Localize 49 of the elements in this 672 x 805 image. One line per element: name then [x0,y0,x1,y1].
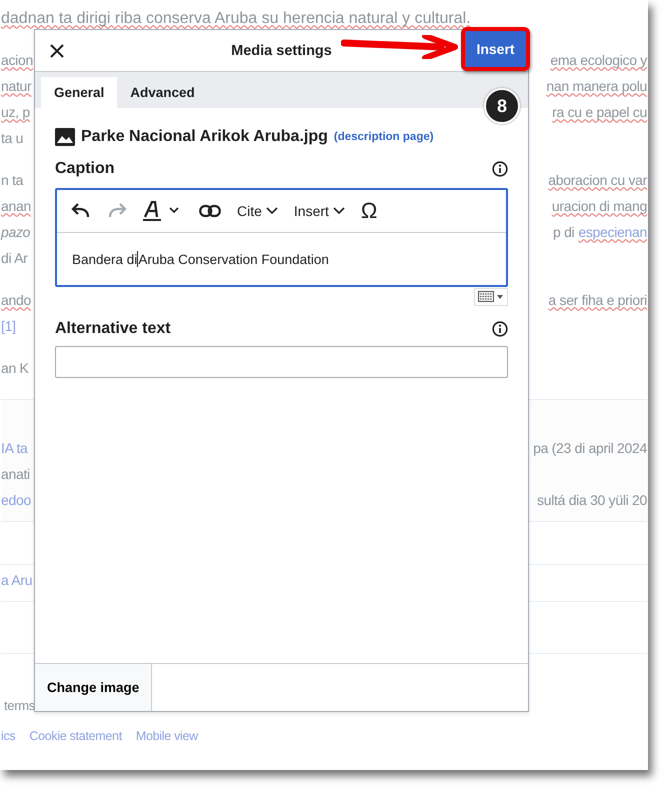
paragraph-text: ta u [1,130,24,148]
step-badge: 8 [484,88,520,124]
toolbar-menu-button[interactable]: Cite [231,195,284,227]
redo-icon [107,203,127,219]
caption-text: Bandera diAruba Conservation Foundation [71,250,330,269]
file-name: Parke Nacional Arikok Aruba.jpg [81,128,328,146]
special-character-button[interactable]: Ω [354,195,384,227]
reference-text: pa (23 di april 2024 [533,440,647,458]
toolbar-menu-button[interactable]: Insert [288,195,351,227]
caption-editor[interactable]: Cite Insert Ω Bandera diAruba Conservation Foundation [55,188,508,287]
paragraph-text: acion [1,52,33,70]
paragraph-text: p di [553,224,574,242]
paragraph-text: uz, p [1,104,30,122]
paragraph-text: aboracion cu var [548,172,647,190]
alt-text-label: Alternative text [55,320,171,338]
paragraph-text: di Ar [1,250,28,268]
image-icon [55,128,75,146]
paragraph-text: natur [1,78,32,96]
change-image-button[interactable]: Change image [35,664,152,711]
close-icon [49,42,65,58]
description-page-link[interactable]: (description page) [334,131,434,143]
reference-text: anati [1,466,30,484]
link-icon [199,204,221,218]
reference-text: sultá dia 30 yüli 20 [537,492,647,510]
undo-icon [71,203,91,219]
paragraph-text: nan manera polu [546,78,647,96]
license-text: terms [3,698,36,713]
paragraph-text: ando [1,292,31,310]
paragraph-text: an K [1,360,29,378]
chevron-down-icon [266,207,278,215]
caption-label: Caption [55,160,115,178]
keyboard-icon [478,291,504,303]
info-icon[interactable] [492,161,508,177]
tab[interactable]: General [41,77,118,108]
paragraph-text: n ta [1,172,24,190]
insert-button[interactable]: Insert [461,27,530,71]
tab[interactable]: Advanced [117,77,208,108]
paragraph-text: dadnan ta dirigi riba conserva Aruba su herencia natural y cultural. [1,10,471,28]
paragraph-text: anan [1,198,31,216]
paragraph-text: uracion di mang [552,198,647,216]
paragraph-text: ra cu e papel cu [552,104,647,122]
chevron-down-icon [332,207,345,215]
paragraph-text: a ser fiha e priori [548,292,647,310]
info-icon[interactable] [492,321,508,337]
paragraph-text: pazo [1,224,30,242]
paragraph-text: ema ecologico y [550,52,647,70]
alt-text-field[interactable] [55,346,508,378]
keyboard-button[interactable] [474,288,508,306]
dialog-title: Media settings [231,42,332,58]
